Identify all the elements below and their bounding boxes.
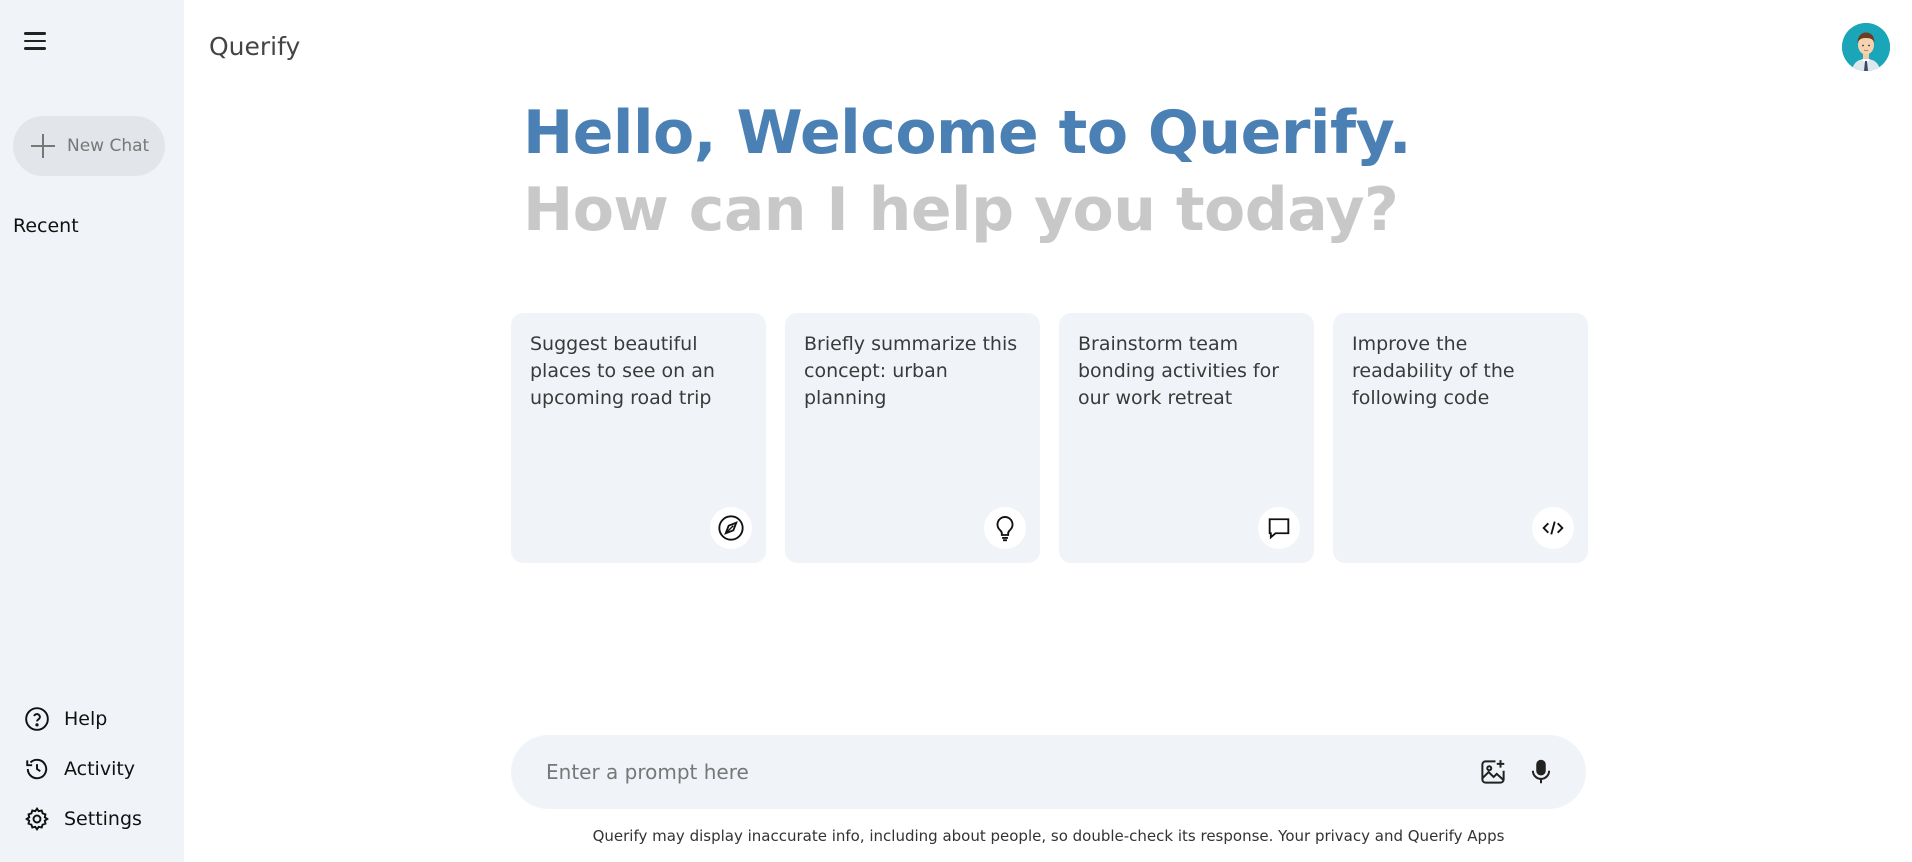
history-icon: [26, 758, 48, 780]
suggestion-card-icon-button: [984, 507, 1026, 549]
suggestion-card-text: Suggest beautiful places to see on an up…: [530, 333, 715, 409]
sidebar: New Chat Recent Help Activity Settings: [0, 0, 184, 862]
app-title: Querify: [209, 32, 301, 61]
suggestion-card[interactable]: Improve the readability of the following…: [1333, 313, 1588, 563]
sidebar-item-settings[interactable]: Settings: [24, 794, 142, 844]
code-icon: [1542, 521, 1564, 535]
suggestion-card[interactable]: Suggest beautiful places to see on an up…: [511, 313, 766, 563]
sidebar-item-label: Activity: [64, 758, 136, 780]
suggestion-card-icon-button: [710, 507, 752, 549]
sidebar-item-help[interactable]: Help: [24, 694, 142, 744]
new-chat-button[interactable]: New Chat: [13, 116, 165, 176]
suggestion-card-icon-button: [1532, 507, 1574, 549]
prompt-bar: [511, 735, 1586, 809]
chat-bubble-icon: [1268, 518, 1290, 540]
suggestion-card-text: Improve the readability of the following…: [1352, 333, 1515, 409]
sidebar-item-label: Settings: [64, 808, 142, 830]
recent-heading: Recent: [13, 215, 79, 237]
sidebar-bottom-nav: Help Activity Settings: [24, 694, 142, 844]
gear-icon: [25, 807, 49, 831]
greeting-title: Hello, Welcome to Querify.: [523, 98, 1412, 168]
suggestion-card[interactable]: Briefly summarize this concept: urban pl…: [785, 313, 1040, 563]
new-chat-label: New Chat: [67, 136, 150, 156]
add-image-button[interactable]: [1476, 755, 1510, 789]
suggestion-card-icon-button: [1258, 507, 1300, 549]
prompt-input[interactable]: [546, 760, 1462, 784]
microphone-icon: [1531, 759, 1551, 784]
lightbulb-icon: [996, 515, 1014, 542]
suggestion-card[interactable]: Brainstorm team bonding activities for o…: [1059, 313, 1314, 563]
greeting-subtitle: How can I help you today?: [523, 175, 1399, 245]
sidebar-item-activity[interactable]: Activity: [24, 744, 142, 794]
image-add-icon: [1481, 760, 1505, 784]
suggestion-card-text: Brainstorm team bonding activities for o…: [1078, 333, 1280, 409]
sidebar-item-label: Help: [64, 708, 108, 730]
app-root: New Chat Recent Help Activity Settings Q…: [0, 0, 1912, 862]
suggestion-card-text: Briefly summarize this concept: urban pl…: [804, 333, 1018, 409]
plus-icon: [29, 132, 57, 160]
help-circle-icon: [25, 707, 49, 731]
user-avatar-icon: [1842, 23, 1890, 71]
menu-icon[interactable]: [24, 28, 50, 54]
compass-icon: [718, 515, 744, 541]
avatar[interactable]: [1842, 23, 1890, 71]
microphone-button[interactable]: [1524, 755, 1558, 789]
suggestion-cards: Suggest beautiful places to see on an up…: [511, 313, 1588, 563]
disclaimer-text: Querify may display inaccurate info, inc…: [592, 827, 1505, 845]
